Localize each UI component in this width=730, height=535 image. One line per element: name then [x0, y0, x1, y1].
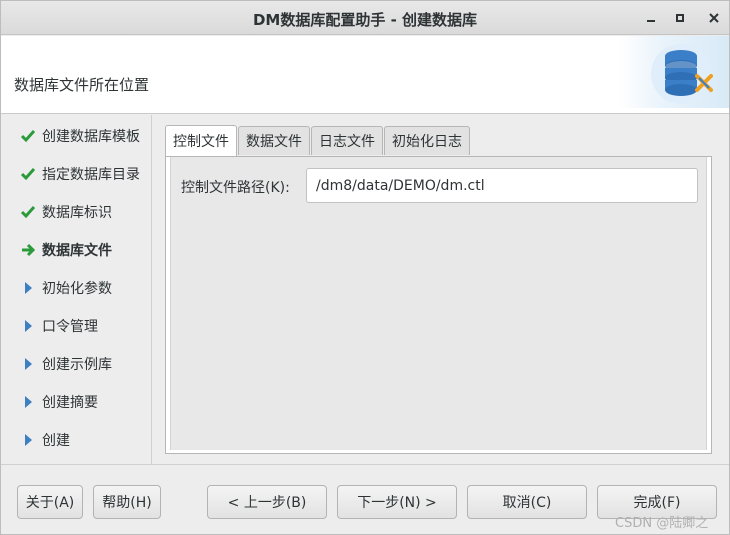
minimize-button[interactable] [642, 9, 660, 27]
triangle-right-icon [20, 394, 36, 410]
step-item: 创建示例库 [20, 353, 112, 375]
database-settings-icon [619, 36, 729, 108]
step-item: 口令管理 [20, 315, 98, 337]
triangle-right-icon [20, 318, 36, 334]
minimize-icon [647, 20, 655, 22]
step-item: 初始化参数 [20, 277, 112, 299]
step-label: 数据库标识 [42, 205, 112, 221]
help-button[interactable]: 帮助(H) [93, 485, 161, 519]
step-label: 创建示例库 [42, 357, 112, 373]
triangle-right-icon [20, 280, 36, 296]
tab-bar: 控制文件 数据文件 日志文件 初始化日志 [165, 125, 471, 156]
step-label: 指定数据库目录 [42, 167, 140, 183]
tab-panel: 控制文件路径(K): [165, 156, 712, 454]
watermark: CSDN @陆卿之 [615, 516, 709, 531]
step-label: 数据库文件 [42, 243, 112, 259]
page-header: 数据库文件所在位置 [1, 36, 729, 114]
about-button[interactable]: 关于(A) [17, 485, 83, 519]
tab-panel-content: 控制文件路径(K): [170, 157, 707, 450]
maximize-button[interactable] [671, 9, 689, 27]
step-label: 初始化参数 [42, 281, 112, 297]
cancel-button[interactable]: 取消(C) [467, 485, 587, 519]
step-item-current: 数据库文件 [20, 239, 112, 261]
step-item: 创建数据库模板 [20, 125, 140, 147]
step-item: 指定数据库目录 [20, 163, 140, 185]
step-label: 创建数据库模板 [42, 129, 140, 145]
tab-init-log[interactable]: 初始化日志 [384, 126, 470, 155]
step-label: 创建摘要 [42, 395, 98, 411]
step-label: 口令管理 [42, 319, 98, 335]
tab-log-file[interactable]: 日志文件 [311, 126, 383, 155]
tab-control-file[interactable]: 控制文件 [165, 125, 237, 156]
close-icon [709, 13, 719, 23]
checkmark-icon [20, 166, 36, 182]
step-item: 创建 [20, 429, 70, 451]
step-item: 创建摘要 [20, 391, 98, 413]
sidebar-divider [151, 115, 152, 465]
control-file-path-input[interactable] [306, 168, 698, 203]
dialog-window: DM数据库配置助手 - 创建数据库 数据库文件所在位置 创建数据库模板 指定数据… [0, 0, 730, 535]
checkmark-icon [20, 128, 36, 144]
title-bar: DM数据库配置助手 - 创建数据库 [1, 1, 729, 35]
triangle-right-icon [20, 432, 36, 448]
step-item: 数据库标识 [20, 201, 112, 223]
page-heading: 数据库文件所在位置 [14, 76, 150, 94]
window-title: DM数据库配置助手 - 创建数据库 [252, 11, 478, 29]
footer-divider [1, 464, 729, 465]
close-button[interactable] [705, 9, 723, 27]
prev-button[interactable]: < 上一步(B) [207, 485, 327, 519]
arrow-right-icon [20, 242, 36, 258]
step-list: 创建数据库模板 指定数据库目录 数据库标识 数据库文件 初始化参数 口令管理 创… [1, 115, 151, 463]
step-label: 创建 [42, 433, 70, 449]
control-file-path-label: 控制文件路径(K): [181, 180, 290, 196]
checkmark-icon [20, 204, 36, 220]
maximize-icon [676, 14, 684, 22]
triangle-right-icon [20, 356, 36, 372]
tab-data-file[interactable]: 数据文件 [238, 126, 310, 155]
next-button[interactable]: 下一步(N) > [337, 485, 457, 519]
